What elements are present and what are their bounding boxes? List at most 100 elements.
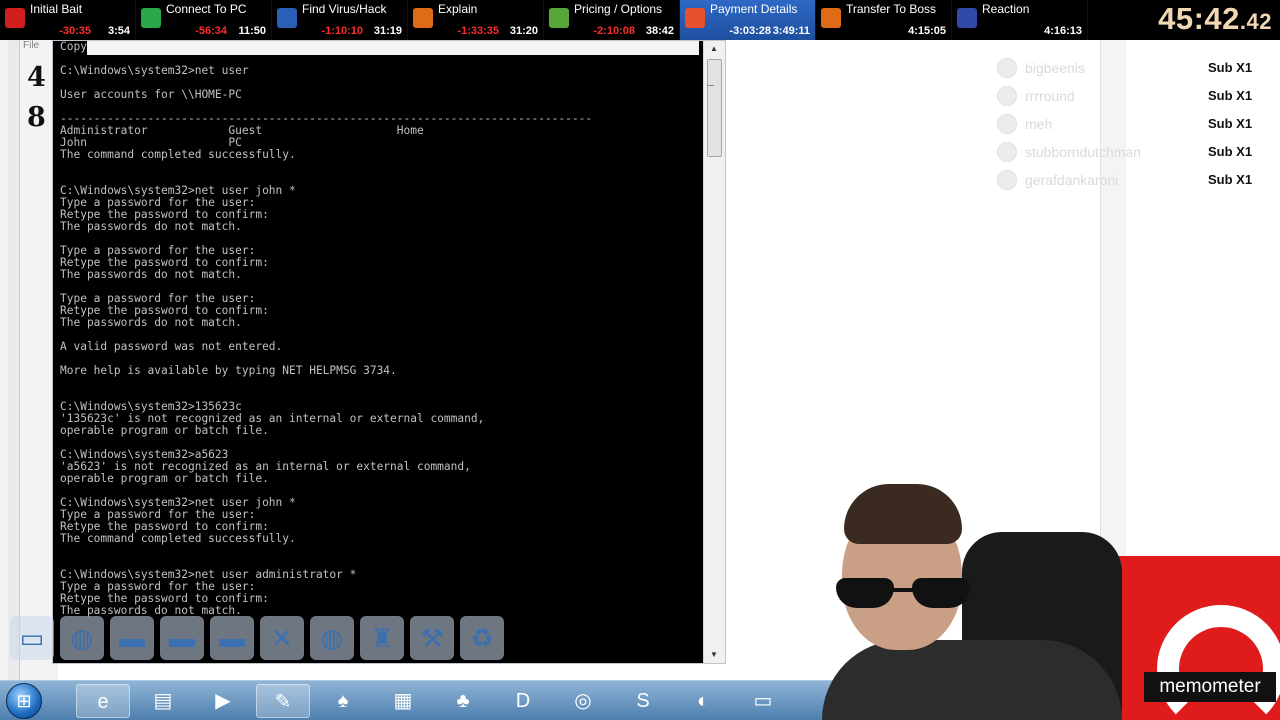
document-icon[interactable]: ▦: [376, 684, 430, 718]
globe-icon[interactable]: ◍: [60, 616, 104, 660]
sub-tag: Sub X1: [1208, 60, 1253, 75]
face-icon: [957, 8, 977, 28]
console-line: The passwords do not match.: [60, 268, 242, 281]
brand-label: memometer: [1144, 672, 1276, 702]
sub-row: gerafdankaroni Sub X1: [992, 167, 1262, 193]
background-window[interactable]: File 4 8: [0, 40, 58, 680]
sub-row: bigbeenis Sub X1: [992, 55, 1262, 81]
split-name: Transfer To Boss: [846, 2, 937, 16]
console-line: The passwords do not match.: [60, 316, 242, 329]
split-name: Initial Bait: [30, 2, 83, 16]
split-delta: -30:35: [59, 25, 91, 37]
split-row: Connect To PC -56:34 11:50: [136, 0, 272, 40]
split-delta: -1:10:10: [321, 25, 363, 37]
streamer-body: [822, 640, 1122, 720]
sub-name: bigbeenis: [1025, 60, 1085, 76]
skype-icon[interactable]: S: [616, 684, 670, 718]
fire-icon: [685, 8, 705, 28]
sub-name: gerafdankaroni: [1025, 172, 1119, 188]
split-name: Explain: [438, 2, 478, 16]
sub-name: rrrround: [1025, 88, 1075, 104]
desktop-dock: ▭ ◍ ▬ ▬ ▬ ✕ ◍ ♜ ⚒ ♻: [0, 612, 530, 664]
money-icon: [549, 8, 569, 28]
sub-tag: Sub X1: [1208, 144, 1253, 159]
split-time: 38:42: [645, 25, 674, 37]
console-line: More help is available by typing NET HEL…: [60, 364, 397, 377]
card-icon: [821, 8, 841, 28]
shirt-icon[interactable]: ♜: [360, 616, 404, 660]
split-delta: -3:03:28: [729, 25, 771, 37]
sub-row: meh Sub X1: [992, 111, 1262, 137]
cards-icon[interactable]: ♠: [316, 684, 370, 718]
split-time: 31:20: [509, 25, 538, 37]
console-line: operable program or batch file.: [60, 424, 269, 437]
vertical-scrollbar[interactable]: ▲ ▼: [703, 41, 725, 663]
split-name: Reaction: [982, 2, 1030, 16]
command-prompt-window[interactable]: Copyright (c) 2009 Microsoft Corporation…: [52, 40, 726, 664]
start-button[interactable]: ⊞: [6, 683, 42, 719]
remote-icon[interactable]: ◎: [556, 684, 610, 718]
solitaire-icon[interactable]: ♣: [436, 684, 490, 718]
split-time: 31:19: [373, 25, 402, 37]
network-globe-icon[interactable]: ◍: [310, 616, 354, 660]
console-line: operable program or batch file.: [60, 472, 269, 485]
sub-name: meh: [1025, 116, 1053, 132]
console-line: C:\Windows\system32>net user: [60, 64, 249, 77]
console-line: User accounts for \\HOME-PC: [60, 88, 242, 101]
split-delta: -1:33:35: [457, 25, 499, 37]
split-row: Explain -1:33:35 31:20: [408, 0, 544, 40]
ie-icon[interactable]: e: [76, 684, 130, 718]
split-time: 4:16:13: [1044, 25, 1082, 37]
avatar-icon: [997, 86, 1017, 106]
scroll-up-arrow-icon[interactable]: ▲: [710, 44, 718, 53]
dell-icon[interactable]: D: [496, 684, 550, 718]
notepad-icon[interactable]: ✎: [256, 684, 310, 718]
split-row: Find Virus/Hack -1:10:10 31:19: [272, 0, 408, 40]
sub-tag: Sub X1: [1208, 88, 1253, 103]
split-row: Pricing / Options -2:10:08 38:42: [544, 0, 680, 40]
folder-icon[interactable]: ▭: [736, 684, 790, 718]
split-time: 3:54: [107, 25, 130, 37]
split-time: 11:50: [238, 25, 266, 37]
splits-bar: Initial Bait -30:35 3:54 Connect To PC -56:3…: [0, 0, 1280, 40]
folder-icon[interactable]: ▬: [210, 616, 254, 660]
red-box-icon: [5, 8, 25, 28]
recycle-bin-icon[interactable]: ♻: [460, 616, 504, 660]
split-row: Payment Details -3:03:28 3:49:11: [680, 0, 816, 40]
scroll-thumb[interactable]: [707, 59, 722, 157]
scroll-down-arrow-icon[interactable]: ▼: [710, 650, 718, 659]
bug-icon: [277, 8, 297, 28]
folder-icon[interactable]: ▬: [160, 616, 204, 660]
console-output[interactable]: Copyright (c) 2009 Microsoft Corporation…: [60, 41, 592, 617]
folder-icon[interactable]: ▬: [110, 616, 154, 660]
hammer-icon[interactable]: ⚒: [410, 616, 454, 660]
page-digit-2: 8: [27, 102, 46, 133]
split-delta: -56:34: [195, 25, 227, 37]
tools-icon[interactable]: ✕: [260, 616, 304, 660]
explorer-icon[interactable]: ▤: [136, 684, 190, 718]
split-name: Pricing / Options: [574, 2, 663, 16]
monitor-icon[interactable]: ▭: [10, 616, 54, 660]
media-player-icon[interactable]: ▶: [196, 684, 250, 718]
sub-name: stubborndutchman: [1025, 144, 1141, 160]
window-edge: [8, 40, 20, 680]
split-time: 4:15:05: [908, 25, 946, 37]
avatar-icon: [997, 114, 1017, 134]
firefox-icon[interactable]: ◐: [676, 684, 730, 718]
card-icon: [413, 8, 433, 28]
menu-file[interactable]: File: [23, 40, 39, 51]
sub-row: rrrround Sub X1: [992, 83, 1262, 109]
split-delta: -2:10:08: [593, 25, 635, 37]
console-line: The command completed successfully.: [60, 148, 296, 161]
shield-icon: [141, 8, 161, 28]
sub-tag: Sub X1: [1208, 116, 1253, 131]
scroll-grip-icon: [707, 85, 714, 86]
avatar-icon: [997, 58, 1017, 78]
avatar-icon: [997, 142, 1017, 162]
split-row: Reaction 4:16:13: [952, 0, 1088, 40]
console-line: The command completed successfully.: [60, 532, 296, 545]
logo-ring-icon: [1157, 605, 1280, 720]
split-name: Find Virus/Hack: [302, 2, 387, 16]
split-name: Payment Details: [710, 2, 798, 16]
split-name: Connect To PC: [166, 2, 247, 16]
